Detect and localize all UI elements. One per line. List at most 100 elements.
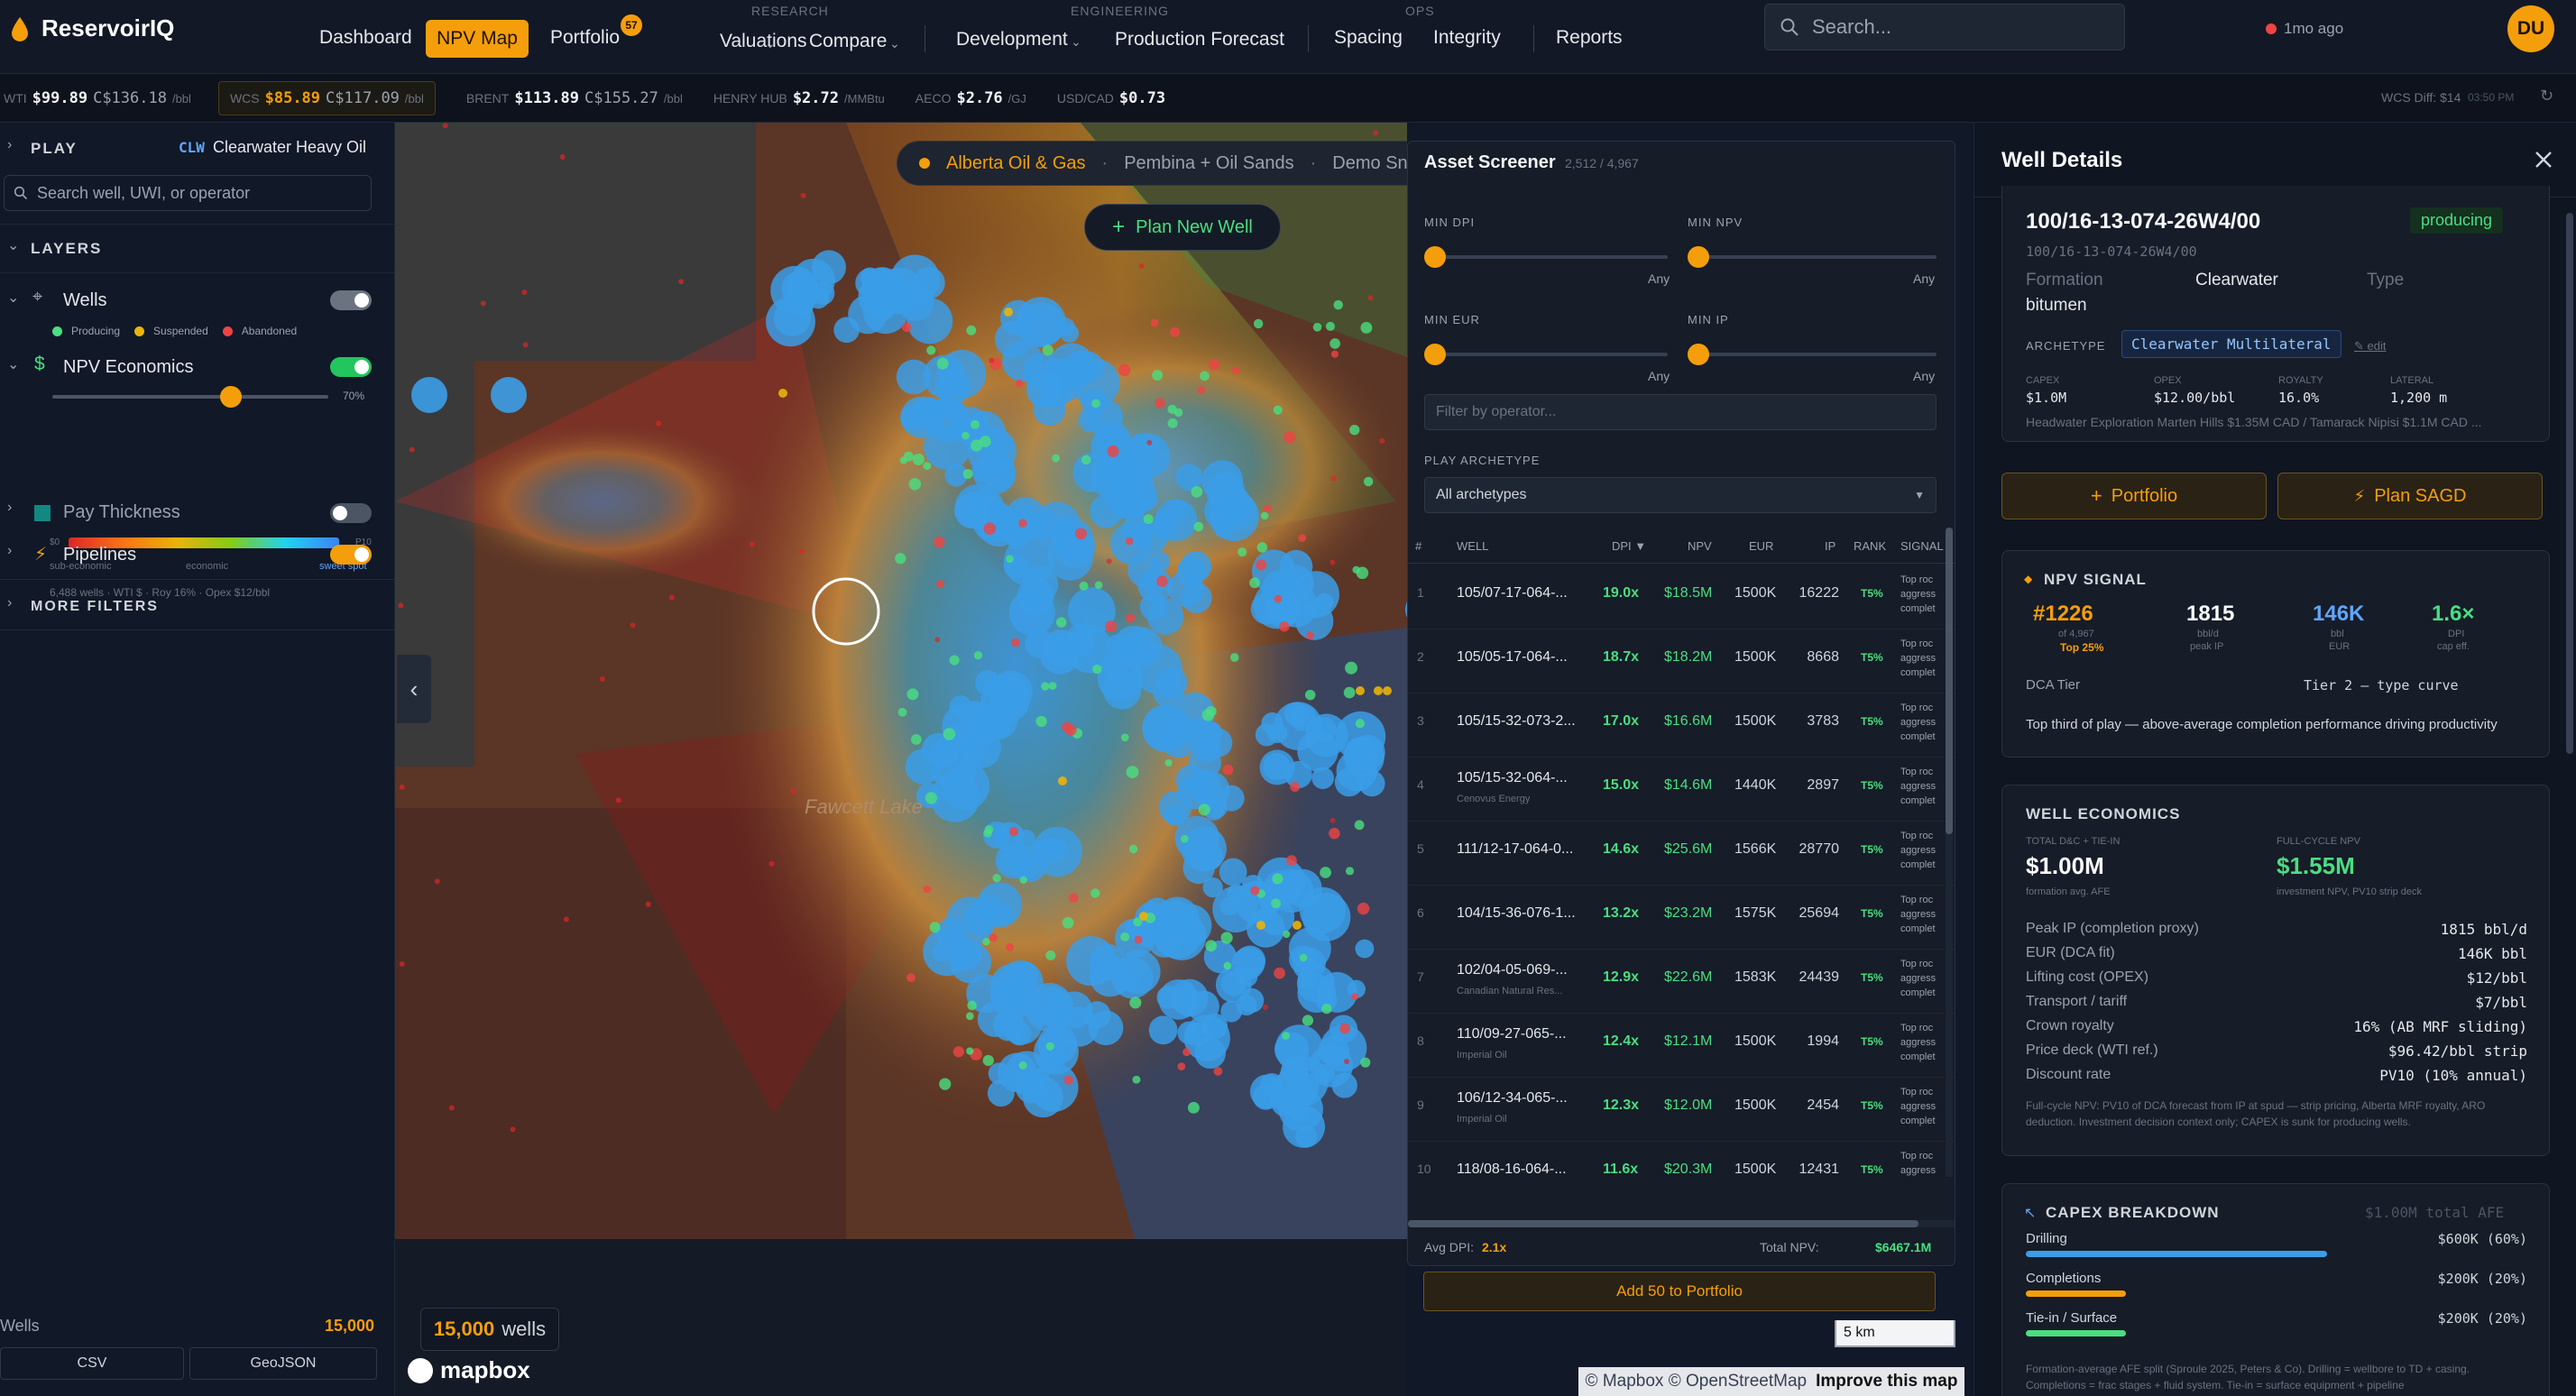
well-dot[interactable]	[961, 431, 970, 440]
well-dot[interactable]	[966, 325, 977, 335]
well-dot-cluster[interactable]	[411, 377, 447, 413]
well-dot[interactable]	[1231, 366, 1240, 375]
well-dot[interactable]	[1360, 322, 1373, 334]
well-dot[interactable]	[1299, 953, 1308, 962]
breadcrumb-region[interactable]: Alberta Oil & Gas	[946, 153, 1086, 174]
nav-npv-map[interactable]: NPV Map	[426, 20, 529, 58]
well-dot-abandoned[interactable]	[510, 1126, 516, 1133]
well-dot-abandoned[interactable]	[615, 797, 621, 804]
well-dot-abandoned[interactable]	[790, 788, 796, 794]
nav-portfolio[interactable]: Portfolio	[550, 27, 620, 49]
well-dot-cluster[interactable]	[952, 760, 977, 785]
col-npv[interactable]: NPV	[1688, 539, 1712, 553]
well-dot-abandoned[interactable]	[630, 622, 636, 629]
well-dot-cluster[interactable]	[491, 377, 527, 413]
well-dot-abandoned[interactable]	[434, 878, 440, 885]
well-dot-cluster[interactable]	[1055, 317, 1075, 337]
well-dot-abandoned[interactable]	[1329, 817, 1336, 823]
well-dot[interactable]	[1150, 318, 1159, 327]
well-dot-abandoned[interactable]	[448, 1105, 455, 1111]
operator-filter[interactable]: Filter by operator...	[1424, 394, 1937, 430]
table-row[interactable]: 10 118/08-16-064-... 11.6x $20.3M 1500K 12431…	[1408, 1142, 1955, 1180]
well-dot[interactable]	[1126, 613, 1136, 623]
well-dot-abandoned[interactable]	[563, 916, 569, 923]
app-logo[interactable]: ReservoirIQ	[9, 14, 174, 42]
well-dot-cluster[interactable]	[1148, 1015, 1178, 1045]
well-dot[interactable]	[1048, 682, 1057, 690]
chevron-right-icon[interactable]: ›	[7, 543, 12, 559]
row-well[interactable]: 102/04-05-069-...	[1457, 962, 1568, 978]
well-dot-abandoned[interactable]	[399, 960, 405, 967]
well-dot-abandoned[interactable]	[1379, 437, 1385, 444]
table-row[interactable]: 6 104/15-36-076-1... 13.2x $23.2M 1575K 25694…	[1408, 886, 1955, 950]
well-dot[interactable]	[1152, 370, 1164, 381]
min-ip-track[interactable]	[1693, 353, 1937, 356]
well-dot-cluster[interactable]	[1344, 736, 1379, 772]
well-dot[interactable]	[1286, 855, 1297, 867]
well-dot[interactable]	[989, 933, 998, 942]
well-dot[interactable]	[1250, 886, 1260, 895]
well-dot[interactable]	[1187, 1101, 1200, 1114]
well-dot[interactable]	[1182, 1048, 1191, 1057]
well-dot-cluster[interactable]	[1249, 1074, 1284, 1109]
min-ip-knob[interactable]	[1688, 344, 1709, 365]
table-row[interactable]: 9 106/12-34-065-... Imperial Oil 12.3x $12.0…	[1408, 1078, 1955, 1142]
well-dot[interactable]	[1079, 581, 1089, 591]
add-portfolio-button[interactable]: + Portfolio	[2001, 473, 2267, 519]
well-dot-abandoned[interactable]	[934, 637, 941, 643]
well-dot[interactable]	[1343, 686, 1356, 699]
table-row[interactable]: 3 105/15-32-073-2... 17.0x $16.6M 1500K 3783 T…	[1408, 693, 1955, 758]
well-dot[interactable]	[936, 580, 944, 589]
chevron-right-icon[interactable]: ›	[7, 137, 12, 153]
well-dot[interactable]	[952, 1046, 965, 1058]
well-dot[interactable]	[1105, 620, 1118, 633]
well-dot[interactable]	[1360, 1057, 1371, 1068]
well-dot[interactable]	[1349, 425, 1360, 436]
well-dot-cluster[interactable]	[1166, 499, 1189, 521]
well-dot[interactable]	[1180, 834, 1189, 843]
well-dot[interactable]	[1333, 299, 1343, 310]
well-dot[interactable]	[1273, 405, 1283, 415]
search-input[interactable]: Search...	[1812, 15, 1891, 39]
well-dot[interactable]	[923, 885, 932, 894]
well-dot[interactable]	[897, 707, 907, 717]
attribution-text[interactable]: © Mapbox © OpenStreetMap	[1586, 1372, 1808, 1391]
well-dot-abandoned[interactable]	[656, 420, 662, 427]
well-dot-cluster[interactable]	[1355, 939, 1375, 959]
plan-sagd-button[interactable]: ⚡ Plan SAGD	[2277, 473, 2543, 519]
well-dot-cluster[interactable]	[1304, 713, 1348, 758]
nav-compare[interactable]: Compare	[809, 31, 887, 52]
well-dot-cluster[interactable]	[1295, 1125, 1318, 1148]
table-row[interactable]: 8 110/09-27-065-... Imperial Oil 12.4x $12.1…	[1408, 1014, 1955, 1078]
well-dot-suspended[interactable]	[778, 389, 787, 398]
screener-hscrollbar[interactable]	[1408, 1220, 1955, 1227]
well-dot[interactable]	[939, 1078, 952, 1090]
well-dot-abandoned[interactable]	[1138, 263, 1145, 270]
well-dot-suspended[interactable]	[1374, 686, 1383, 695]
well-dot-abandoned[interactable]	[1367, 295, 1374, 301]
well-dot[interactable]	[1237, 547, 1247, 557]
well-dot-cluster[interactable]	[1032, 826, 1082, 877]
well-dot-abandoned[interactable]	[399, 784, 405, 790]
well-dot-abandoned[interactable]	[1344, 1059, 1350, 1065]
well-dot[interactable]	[1155, 398, 1165, 409]
well-dot[interactable]	[1283, 930, 1291, 939]
well-dot-cluster[interactable]	[993, 435, 1013, 455]
well-dot[interactable]	[895, 553, 906, 565]
well-dot[interactable]	[1206, 705, 1217, 717]
well-dot-abandoned[interactable]	[678, 279, 685, 285]
well-dot[interactable]	[929, 922, 941, 933]
row-well[interactable]: 118/08-16-064-...	[1457, 1162, 1567, 1178]
scrollbar-thumb[interactable]	[1946, 528, 1953, 834]
well-dot[interactable]	[1177, 1062, 1186, 1070]
well-dot-suspended[interactable]	[1139, 912, 1148, 921]
min-dpi-track[interactable]	[1430, 255, 1668, 259]
well-dot[interactable]	[1042, 344, 1053, 356]
chevron-down-icon[interactable]: ⌄	[7, 355, 19, 373]
well-dot[interactable]	[1170, 326, 1181, 337]
well-dot[interactable]	[1256, 559, 1267, 571]
well-dot[interactable]	[1081, 455, 1091, 465]
well-dot[interactable]	[967, 1000, 977, 1011]
pipelines-toggle[interactable]	[330, 545, 372, 565]
well-dot-cluster[interactable]	[977, 1001, 1014, 1037]
